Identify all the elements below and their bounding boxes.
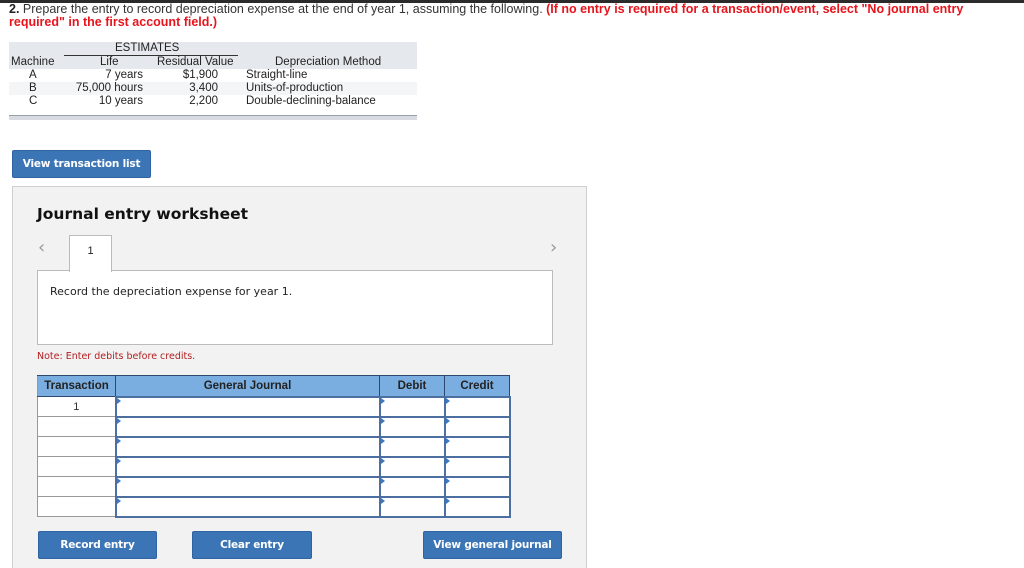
header-debit: Debit	[379, 375, 445, 397]
header-residual-value: Residual Value	[157, 56, 234, 68]
debit-input[interactable]	[378, 395, 446, 418]
input-marker-icon	[445, 397, 450, 404]
worksheet-title: Journal entry worksheet	[37, 205, 249, 223]
transaction-cell	[37, 476, 116, 497]
input-marker-icon	[380, 477, 385, 484]
credit-input[interactable]	[443, 395, 511, 418]
header-depreciation-method: Depreciation Method	[275, 56, 382, 68]
table-row	[37, 495, 511, 518]
question-number: 2.	[9, 2, 20, 16]
residual-cell: 2,200	[189, 95, 218, 107]
table-row	[37, 475, 511, 498]
debit-input[interactable]	[378, 435, 446, 458]
view-transaction-list-button[interactable]: View transaction list	[12, 150, 151, 178]
machine-cell: A	[29, 69, 37, 81]
header-machine: Machine	[11, 56, 55, 68]
credit-input[interactable]	[443, 435, 511, 458]
dropdown-marker-icon	[116, 417, 121, 424]
account-input[interactable]	[114, 495, 381, 518]
dropdown-marker-icon	[116, 477, 121, 484]
input-marker-icon	[445, 417, 450, 424]
input-marker-icon	[380, 497, 385, 504]
note-text: Note: Enter debits before credits.	[37, 351, 196, 362]
credit-input[interactable]	[443, 475, 511, 498]
input-marker-icon	[380, 417, 385, 424]
dropdown-marker-icon	[116, 457, 121, 464]
method-cell: Double-declining-balance	[246, 95, 376, 107]
dropdown-marker-icon	[116, 497, 121, 504]
journal-entry-worksheet: Journal entry worksheet ‹ › 1 Record the…	[12, 186, 587, 568]
estimates-table: ESTIMATES Machine Life Residual Value De…	[9, 42, 417, 120]
table-row	[37, 455, 511, 478]
debit-input[interactable]	[378, 455, 446, 478]
record-entry-button[interactable]: Record entry	[38, 531, 157, 559]
method-cell: Units-of-production	[246, 82, 344, 94]
life-cell: 75,000 hours	[75, 82, 143, 94]
dropdown-marker-icon	[116, 397, 121, 404]
header-general-journal: General Journal	[115, 375, 380, 397]
table-row	[37, 435, 511, 458]
input-marker-icon	[445, 477, 450, 484]
input-marker-icon	[380, 457, 385, 464]
dropdown-marker-icon	[116, 437, 121, 444]
credit-input[interactable]	[443, 455, 511, 478]
header-credit: Credit	[444, 375, 510, 397]
credit-input[interactable]	[443, 495, 511, 518]
clear-entry-button[interactable]: Clear entry	[192, 531, 312, 559]
table-row	[37, 415, 511, 438]
table-row: 1	[37, 395, 511, 418]
debit-input[interactable]	[378, 475, 446, 498]
residual-cell: $1,900	[182, 69, 218, 81]
input-marker-icon	[380, 437, 385, 444]
input-marker-icon	[445, 497, 450, 504]
estimates-group-header: ESTIMATES	[115, 42, 180, 54]
header-transaction: Transaction	[37, 375, 116, 397]
transaction-cell	[37, 436, 116, 457]
account-input[interactable]	[114, 395, 381, 418]
life-cell: 7 years	[105, 69, 143, 81]
transaction-cell: 1	[37, 396, 116, 417]
machine-cell: C	[29, 95, 38, 107]
transaction-cell	[37, 416, 116, 437]
credit-input[interactable]	[443, 415, 511, 438]
machine-cell: B	[29, 82, 37, 94]
chevron-left-icon[interactable]: ‹	[38, 239, 45, 257]
method-cell: Straight-line	[246, 69, 308, 81]
input-marker-icon	[445, 457, 450, 464]
question-text: 2. Prepare the entry to record depreciat…	[9, 3, 1019, 29]
debit-input[interactable]	[378, 495, 446, 518]
life-cell: 10 years	[98, 95, 143, 107]
prompt-text: Record the depreciation expense for year…	[50, 285, 293, 298]
prompt-box: Record the depreciation expense for year…	[37, 270, 553, 345]
view-general-journal-button[interactable]: View general journal	[423, 531, 562, 559]
journal-table: Transaction General Journal Debit Credit…	[37, 375, 511, 518]
transaction-cell	[37, 496, 116, 517]
input-marker-icon	[445, 437, 450, 444]
header-life: Life	[100, 56, 119, 68]
residual-cell: 3,400	[189, 82, 218, 94]
debit-input[interactable]	[378, 415, 446, 438]
account-input[interactable]	[114, 475, 381, 498]
chevron-right-icon[interactable]: ›	[550, 239, 557, 257]
input-marker-icon	[380, 397, 385, 404]
estimates-footer	[9, 115, 417, 120]
question-body: Prepare the entry to record depreciation…	[19, 2, 547, 16]
tab-1[interactable]: 1	[69, 235, 112, 272]
account-input[interactable]	[114, 435, 381, 458]
account-input[interactable]	[114, 415, 381, 438]
transaction-cell	[37, 456, 116, 477]
account-input[interactable]	[114, 455, 381, 478]
